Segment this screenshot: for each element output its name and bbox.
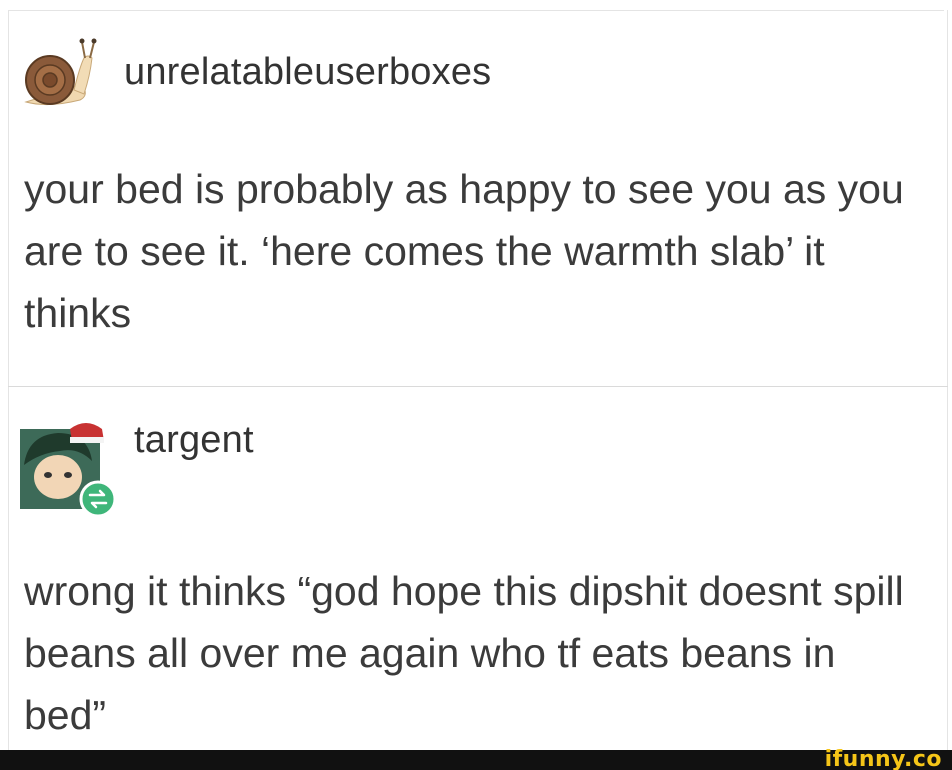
snail-icon[interactable] [18,36,104,114]
post-card: unrelatableuserboxes your bed is probabl… [0,0,952,750]
reblog-icon [79,480,117,518]
cartoon-avatar-icon[interactable] [18,407,117,518]
original-post: unrelatableuserboxes your bed is probabl… [0,0,952,386]
post-header: targent [18,407,254,518]
footer-bar [0,750,952,770]
username[interactable]: targent [134,419,254,462]
reblog-post: targent wrong it thinks “god hope this d… [0,387,952,750]
ifunny-watermark: ifunny.co [824,747,942,770]
post-text: your bed is probably as happy to see you… [24,166,904,336]
post-text: wrong it thinks “god hope this dipshit d… [24,568,904,738]
post-header: unrelatableuserboxes [18,36,491,114]
username[interactable]: unrelatableuserboxes [124,51,491,94]
